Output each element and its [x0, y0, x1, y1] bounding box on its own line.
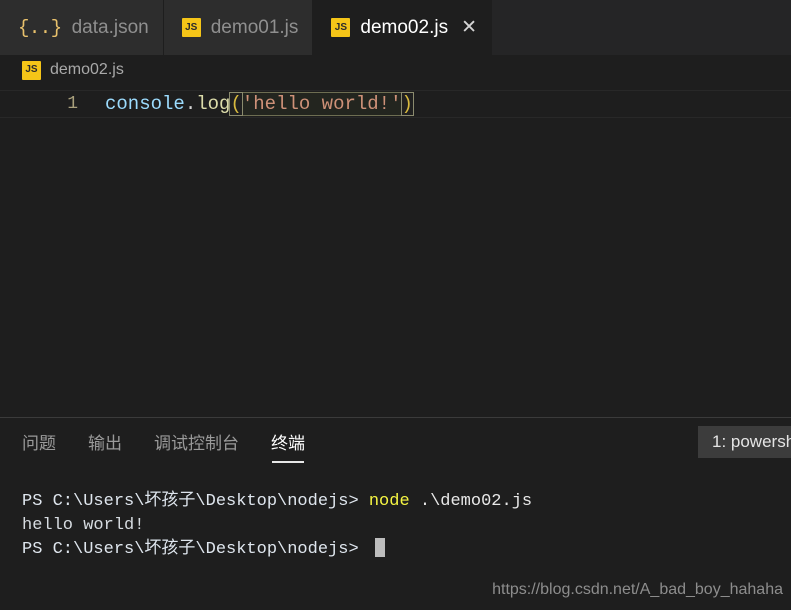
tab-label: demo02.js — [360, 16, 449, 38]
editor-tab-bar: {..} data.json JS demo01.js JS demo02.js… — [0, 0, 791, 55]
panel-tab-bar: 问题 输出 调试控制台 终端 1: powershell — [0, 418, 791, 468]
json-icon: {..} — [18, 16, 62, 39]
code-editor[interactable]: 1 console. log('hello world!') — [0, 85, 791, 417]
token-close-paren: ) — [400, 92, 414, 116]
bracket-match-selection: ('hello world!') — [229, 92, 414, 116]
line-number: 1 — [67, 94, 78, 114]
tab-demo02-js[interactable]: JS demo02.js ✕ — [313, 0, 492, 55]
terminal-command-arg: .\demo02.js — [409, 492, 533, 511]
terminal-line: hello world! — [22, 514, 791, 538]
terminal-selector-dropdown[interactable]: 1: powershell — [698, 426, 791, 458]
tab-demo01-js[interactable]: JS demo01.js — [163, 0, 314, 55]
terminal-prompt: PS C:\Users\坏孩子\Desktop\nodejs> — [22, 540, 369, 559]
token-open-paren: ( — [229, 92, 243, 116]
js-icon: JS — [331, 18, 351, 37]
tab-bar-filler — [492, 0, 791, 55]
close-icon[interactable]: ✕ — [461, 18, 477, 37]
tab-label: demo01.js — [210, 16, 299, 38]
vscode-window: {..} data.json JS demo01.js JS demo02.js… — [0, 0, 791, 610]
breadcrumb-file-label[interactable]: demo02.js — [50, 61, 124, 79]
js-icon: JS — [22, 60, 41, 80]
token-string: 'hello world!' — [241, 93, 402, 115]
tab-label: data.json — [71, 16, 149, 38]
terminal-command: node — [368, 492, 410, 511]
js-icon: JS — [181, 18, 201, 37]
terminal-output-text: hello world! — [22, 516, 145, 535]
panel-tab-output[interactable]: 输出 — [88, 423, 122, 463]
terminal-cursor — [374, 538, 385, 557]
terminal-line: PS C:\Users\坏孩子\Desktop\nodejs> — [22, 538, 791, 562]
token-object: console — [105, 93, 185, 115]
terminal-prompt: PS C:\Users\坏孩子\Desktop\nodejs> — [22, 492, 369, 511]
panel-tab-problems[interactable]: 问题 — [22, 423, 56, 463]
token-method: log — [196, 93, 231, 115]
panel-tab-debug-console[interactable]: 调试控制台 — [154, 423, 239, 463]
panel-tab-terminal[interactable]: 终端 — [271, 423, 305, 463]
terminal-line: PS C:\Users\坏孩子\Desktop\nodejs> node .\d… — [22, 490, 791, 514]
code-line-1[interactable]: 1 console. log('hello world!') — [0, 90, 791, 118]
breadcrumb: JS demo02.js — [0, 55, 791, 85]
watermark-text: https://blog.csdn.net/A_bad_boy_hahaha — [492, 581, 783, 598]
token-dot: . — [184, 93, 197, 115]
tab-data-json[interactable]: {..} data.json — [0, 0, 164, 55]
code-text: console. log('hello world!') — [105, 92, 414, 116]
